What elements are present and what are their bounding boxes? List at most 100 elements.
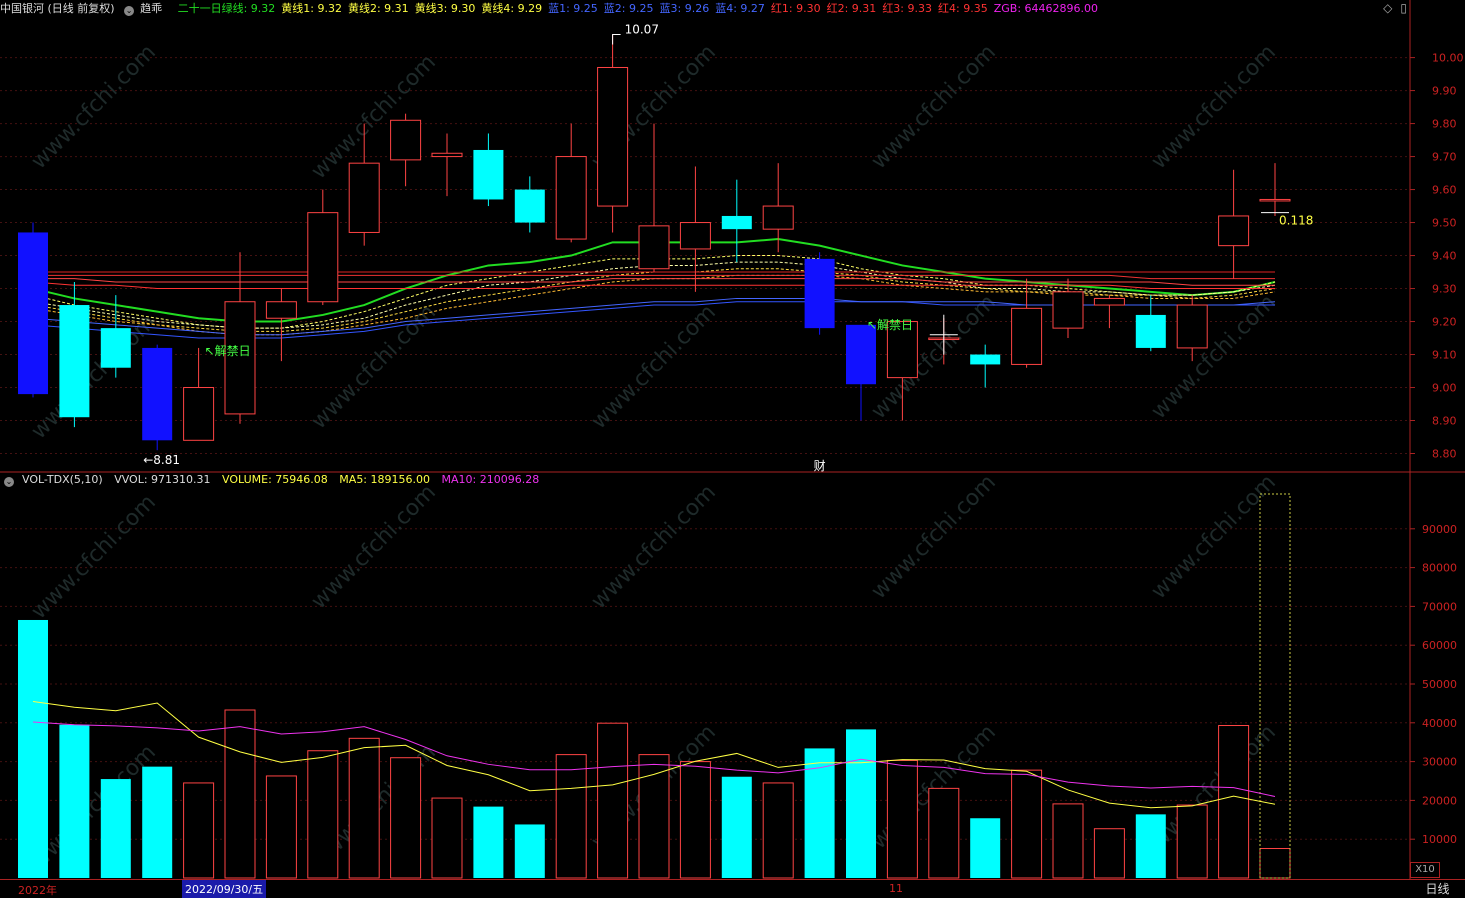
indicator-value-1: 黄线1: 9.32 — [281, 2, 342, 15]
indicator-value-7: 蓝3: 9.26 — [659, 2, 710, 15]
price-tick-label: 10.00 — [1432, 52, 1464, 65]
high-marker — [612, 33, 621, 45]
candle-body — [1011, 307, 1043, 365]
candle-body — [970, 354, 1001, 365]
price-tick-label: 9.90 — [1432, 85, 1457, 98]
indicator-value-6: 蓝2: 9.25 — [603, 2, 654, 15]
candle — [473, 133, 504, 207]
candle — [1218, 169, 1250, 279]
indicator-value-9: 红1: 9.30 — [770, 2, 821, 15]
watermark-text: www.cfchi.com — [27, 490, 161, 624]
ma5-value: MA5: 189156.00 — [339, 473, 430, 486]
candle — [307, 189, 339, 306]
watermark-text: www.cfchi.com — [307, 480, 441, 614]
chart-annotation: 10.07 — [625, 22, 659, 36]
volume-bar — [59, 724, 90, 878]
chart-annotation: ↖解禁日 — [867, 318, 913, 332]
candle-body — [514, 189, 545, 223]
indicator-value-3: 黄线3: 9.30 — [414, 2, 476, 15]
candle — [1093, 295, 1125, 329]
ma-line-6 — [32, 297, 1276, 336]
candle-body — [183, 387, 215, 441]
volume-bar — [1011, 769, 1043, 879]
candle — [183, 347, 215, 441]
volume-bar — [265, 775, 297, 879]
volume-bar — [431, 797, 463, 879]
volume-bar — [100, 779, 131, 878]
candle — [638, 123, 670, 273]
candle — [1135, 295, 1166, 352]
price-tick-label: 9.70 — [1432, 151, 1457, 164]
period-tab[interactable]: 日线 — [1410, 879, 1465, 898]
candle — [224, 252, 256, 424]
volume-bar — [679, 761, 711, 879]
price-tick-label: 9.80 — [1432, 118, 1457, 131]
candle-body — [1052, 291, 1084, 329]
candle-body — [679, 222, 711, 250]
candle-body — [555, 156, 587, 240]
watermark-text: www.cfchi.com — [867, 40, 1001, 174]
indicator-value-2: 黄线2: 9.31 — [347, 2, 409, 15]
month-label: 11 — [889, 882, 903, 895]
candle-body — [1259, 198, 1291, 202]
volume-indicator-name[interactable]: VOL-TDX(5,10) — [22, 473, 103, 486]
volume-tick-label: 10000 — [1422, 833, 1457, 846]
indicator-values: 二十一日绿线: 9.32 黄线1: 9.32 黄线2: 9.31 黄线3: 9.30 黄… — [178, 2, 1104, 15]
chart-annotation: ←8.81 — [143, 453, 180, 467]
candle — [265, 288, 297, 362]
candle-body — [1135, 314, 1166, 348]
indicator-value-4: 黄线4: 9.29 — [481, 2, 543, 15]
volume-tick-label: 60000 — [1422, 639, 1457, 652]
chart-annotation: ↖解禁日 — [205, 344, 251, 358]
volume-tick-label: 50000 — [1422, 678, 1457, 691]
candle-body — [473, 149, 504, 200]
candle — [390, 113, 422, 187]
volume-header: ⌄ VOL-TDX(5,10) VVOL: 971310.31 VOLUME: 7… — [0, 473, 547, 489]
price-header: 中国银河 (日线 前复权) ⌄ 趋乖 二十一日绿线: 9.32 黄线1: 9.32 黄… — [0, 0, 1410, 16]
indicator-name: 趋乖 — [140, 2, 163, 15]
watermark-text: www.cfchi.com — [1147, 40, 1281, 174]
price-tick-label: 9.10 — [1432, 349, 1457, 362]
candle — [514, 176, 545, 233]
volume-bar — [555, 754, 587, 879]
chart-canvas[interactable]: 10.00 9.90 9.80 9.70 9.60 9.50 9.40 9.30 9.20 9.1… — [0, 0, 1465, 897]
indicator-value-10: 红2: 9.31 — [826, 2, 877, 15]
volume-bar — [224, 709, 256, 879]
candle-body — [597, 66, 629, 207]
candle-body — [59, 305, 90, 418]
window-icon[interactable]: ▯ — [1400, 1, 1407, 15]
diamond-icon[interactable]: ◇ — [1383, 1, 1392, 15]
candle-body — [348, 162, 380, 233]
price-tick-label: 8.80 — [1432, 448, 1457, 461]
candle-body — [804, 258, 835, 329]
indicator-dropdown[interactable]: ⌄ 趋乖 — [124, 2, 168, 16]
candle — [804, 252, 835, 335]
ma-line-8 — [33, 278, 1275, 286]
volume-bar — [18, 619, 48, 878]
dropdown-icon[interactable]: ⌄ — [124, 6, 135, 16]
volume-tick-label: 20000 — [1422, 794, 1457, 807]
candle-body — [846, 324, 876, 385]
volume-tick-label: 90000 — [1422, 523, 1457, 536]
volume-tick-label: 40000 — [1422, 717, 1457, 730]
volume-bar — [970, 818, 1001, 878]
top-right-icons: ◇ ▯ — [1375, 1, 1407, 15]
chart-annotation: 财 — [814, 459, 826, 473]
indicator-value-12: 红4: 9.35 — [938, 2, 988, 15]
volume-bar — [348, 737, 380, 879]
candle-body — [142, 347, 173, 441]
volume-tick-label: 30000 — [1422, 756, 1457, 769]
indicator-value-8: 蓝4: 9.27 — [715, 2, 765, 15]
ma10-value: MA10: 210096.28 — [441, 473, 540, 486]
price-tick-label: 9.60 — [1432, 184, 1457, 197]
candle — [59, 281, 90, 428]
volume-bar — [721, 776, 752, 878]
volume-dropdown-icon[interactable]: ⌄ — [4, 477, 14, 487]
candle-body — [390, 119, 422, 161]
candle-body — [307, 212, 339, 303]
scale-button[interactable]: X10 — [1410, 862, 1440, 878]
candle-body — [1218, 215, 1250, 247]
price-tick-label: 9.30 — [1432, 283, 1457, 296]
stock-title[interactable]: 中国银河 (日线 前复权) — [0, 2, 115, 15]
candle — [18, 222, 48, 398]
